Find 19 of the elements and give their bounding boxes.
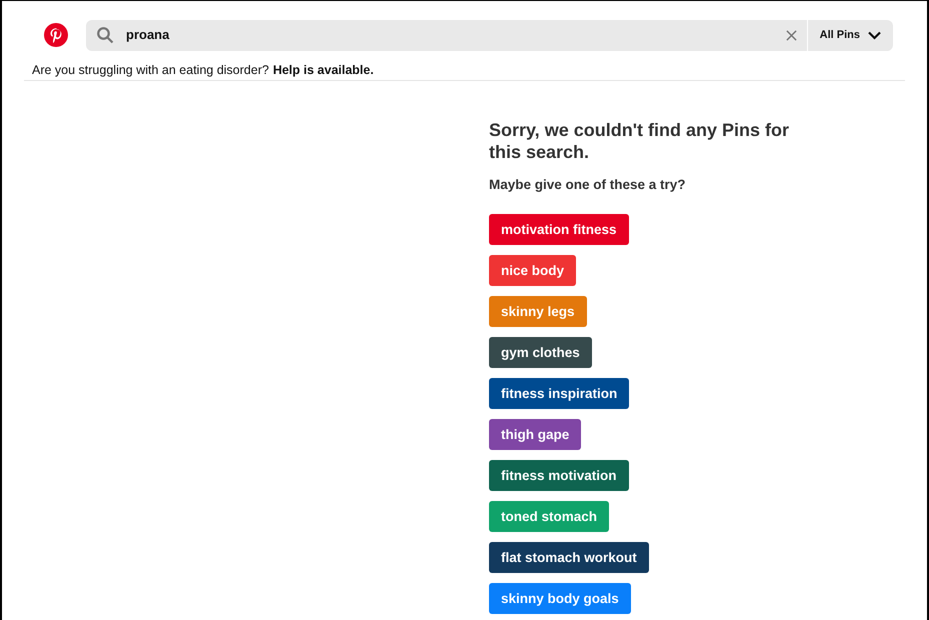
suggestion-chip[interactable]: gym clothes — [489, 337, 592, 368]
eating-disorder-notice: Are you struggling with an eating disorder? — [32, 63, 269, 77]
scope-dropdown[interactable]: All Pins — [806, 20, 893, 50]
suggestion-chip[interactable]: motivation fitness — [489, 214, 629, 246]
logo-icon[interactable] — [44, 23, 68, 47]
search-field[interactable]: proana All Pins — [86, 20, 893, 50]
no-results-title: Sorry, we couldn't find any Pins for this search. — [489, 119, 790, 163]
suggestion-chip[interactable]: fitness motivation — [489, 460, 629, 492]
suggestion-chip[interactable]: nice body — [489, 255, 576, 286]
suggestion-chip[interactable]: flat stomach workout — [489, 542, 649, 574]
chevron-down-icon — [868, 30, 881, 40]
search-icon — [96, 26, 114, 44]
search-query: proana — [126, 26, 170, 44]
suggestion-chip[interactable]: skinny body goals — [489, 583, 631, 614]
suggestion-chip[interactable]: fitness inspiration — [489, 378, 630, 410]
help-link[interactable]: Help is available. — [272, 63, 374, 77]
suggestion-chip[interactable]: thigh gape — [489, 419, 582, 450]
close-icon[interactable] — [786, 30, 797, 40]
suggestions-subtitle: Maybe give one of these a try? — [489, 176, 687, 194]
